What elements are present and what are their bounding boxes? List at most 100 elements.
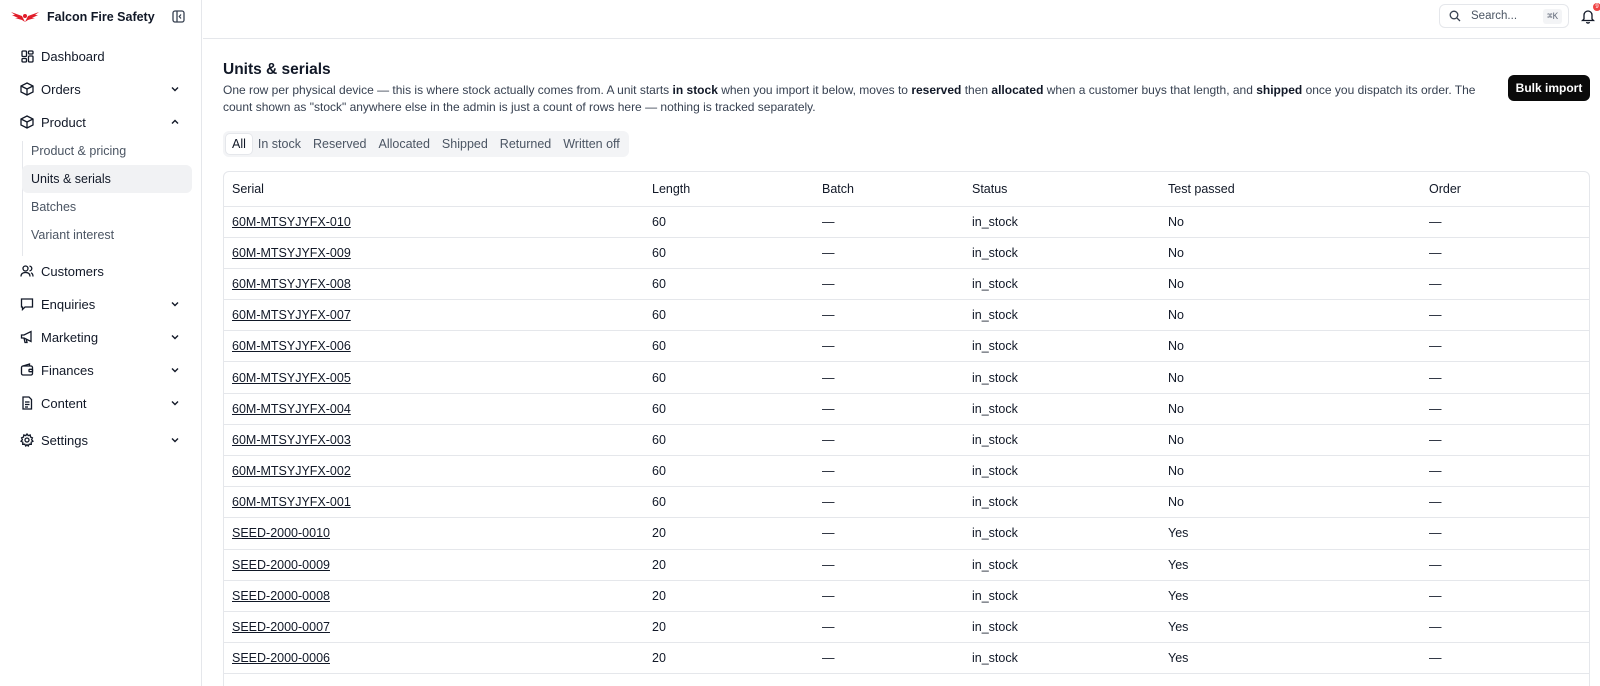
table-row[interactable]: 60M-MTSYJYFX-005 60— in_stock No — <box>224 361 1589 394</box>
search-input[interactable]: Search... ⌘K <box>1439 4 1569 28</box>
sidebar-subitem-batches[interactable]: Batches <box>22 193 192 221</box>
chevron-up-icon <box>168 115 182 129</box>
sidebar-subitem-units-serials[interactable]: Units & serials <box>22 165 192 193</box>
cell-serial: SEED-2000-0007 <box>224 611 644 644</box>
sidebar-item-settings[interactable]: Settings <box>20 429 186 451</box>
chevron-down-icon <box>168 82 182 96</box>
sidebar-subitem-product-pricing[interactable]: Product & pricing <box>22 137 192 165</box>
cell-order: — <box>1421 642 1589 675</box>
table-row[interactable]: SEED-2000-0010 20— in_stock Yes — <box>224 517 1589 550</box>
table-row[interactable]: 60M-MTSYJYFX-010 60— in_stock No — <box>224 206 1589 238</box>
table-row[interactable]: 60M-MTSYJYFX-001 60— in_stock No — <box>224 486 1589 519</box>
sidebar-item-label: Product <box>41 114 86 130</box>
tab-all[interactable]: All <box>226 134 252 154</box>
notifications-button[interactable]: 9 <box>1578 3 1600 26</box>
serial-link[interactable]: SEED-2000-0006 <box>232 651 330 665</box>
cell-length: 60 <box>644 361 814 394</box>
cell-test-passed: No <box>1160 393 1421 425</box>
serial-link[interactable]: 60M-MTSYJYFX-005 <box>232 371 351 385</box>
serial-link[interactable]: 60M-MTSYJYFX-010 <box>232 215 351 229</box>
table-row[interactable]: SEED-2000-0007 20— in_stock Yes — <box>224 611 1589 644</box>
table-row[interactable]: 60M-MTSYJYFX-009 60— in_stock No — <box>224 237 1589 269</box>
sidebar-item-finances[interactable]: Finances <box>20 359 186 381</box>
cell-length: 60 <box>644 299 814 332</box>
serial-link[interactable]: 60M-MTSYJYFX-007 <box>232 308 351 322</box>
bell-icon <box>1581 9 1595 24</box>
wallet-icon <box>20 363 34 377</box>
cell-batch: — <box>814 611 964 644</box>
table-row[interactable]: 60M-MTSYJYFX-004 60— in_stock No — <box>224 393 1589 425</box>
sidebar: Falcon Fire Safety Dashboard Orders Prod… <box>0 0 202 686</box>
cell-serial: SEED-2000-0010 <box>224 517 644 550</box>
tab-returned[interactable]: Returned <box>494 134 557 154</box>
column-header-order[interactable]: Order <box>1421 172 1589 207</box>
cell-length: 60 <box>644 268 814 301</box>
table-row[interactable]: 60M-MTSYJYFX-008 60— in_stock No — <box>224 268 1589 301</box>
serial-link[interactable]: 60M-MTSYJYFX-006 <box>232 339 351 353</box>
desc-emphasis-reserved: reserved <box>911 83 962 97</box>
tab-allocated[interactable]: Allocated <box>372 134 435 154</box>
sidebar-item-enquiries[interactable]: Enquiries <box>20 293 186 315</box>
table-row[interactable]: 60M-MTSYJYFX-003 60— in_stock No — <box>224 424 1589 457</box>
cell-length: 60 <box>644 237 814 269</box>
serial-link[interactable]: SEED-2000-0010 <box>232 526 330 540</box>
cell-length: 20 <box>644 549 814 581</box>
serial-link[interactable]: SEED-2000-0007 <box>232 620 330 634</box>
page-description: One row per physical device — this is wh… <box>223 82 1503 116</box>
bulk-import-button[interactable]: Bulk import <box>1508 75 1590 101</box>
sidebar-toggle-icon[interactable] <box>170 8 186 24</box>
cell-order: — <box>1421 299 1589 332</box>
tab-reserved[interactable]: Reserved <box>307 134 373 154</box>
tab-shipped[interactable]: Shipped <box>436 134 494 154</box>
serial-link[interactable]: 60M-MTSYJYFX-001 <box>232 495 351 509</box>
sidebar-item-orders[interactable]: Orders <box>20 78 186 100</box>
serial-link[interactable]: 60M-MTSYJYFX-008 <box>232 277 351 291</box>
cell-batch: — <box>814 517 964 550</box>
serial-link[interactable]: 60M-MTSYJYFX-003 <box>232 433 351 447</box>
tab-in-stock[interactable]: In stock <box>252 134 307 154</box>
sidebar-item-label: Customers <box>41 263 104 279</box>
sidebar-item-customers[interactable]: Customers <box>20 260 186 282</box>
chevron-down-icon <box>168 363 182 377</box>
serial-link[interactable]: SEED-2000-0008 <box>232 589 330 603</box>
brand[interactable]: Falcon Fire Safety <box>10 6 194 28</box>
table-row[interactable]: 60M-MTSYJYFX-006 60— in_stock No — <box>224 330 1589 363</box>
cell-test-passed: Yes <box>1160 580 1421 612</box>
sidebar-subitem-variant-interest[interactable]: Variant interest <box>22 221 192 249</box>
table-row[interactable]: SEED-2000-0008 20— in_stock Yes — <box>224 580 1589 612</box>
column-header-length[interactable]: Length <box>644 172 814 207</box>
cell-serial: 60M-MTSYJYFX-001 <box>224 486 644 519</box>
cell-status: in_stock <box>964 299 1160 332</box>
sidebar-item-marketing[interactable]: Marketing <box>20 326 186 348</box>
cell-length: 20 <box>644 580 814 612</box>
desc-text: when a customer buys that length, and <box>1043 83 1257 97</box>
cell-batch: — <box>814 549 964 581</box>
serial-link[interactable]: 60M-MTSYJYFX-004 <box>232 402 351 416</box>
table-row[interactable]: 60M-MTSYJYFX-002 60— in_stock No — <box>224 455 1589 488</box>
column-header-test-passed[interactable]: Test passed <box>1160 172 1421 207</box>
cell-status: in_stock <box>964 330 1160 363</box>
desc-text: then <box>961 83 992 97</box>
sidebar-item-dashboard[interactable]: Dashboard <box>20 45 186 67</box>
sidebar-item-content[interactable]: Content <box>20 392 186 414</box>
table-row[interactable]: 60M-MTSYJYFX-007 60— in_stock No — <box>224 299 1589 332</box>
users-icon <box>20 264 34 278</box>
cell-test-passed: No <box>1160 268 1421 301</box>
serial-link[interactable]: 60M-MTSYJYFX-002 <box>232 464 351 478</box>
column-header-serial[interactable]: Serial <box>224 172 644 207</box>
sidebar-item-label: Finances <box>41 362 94 378</box>
column-header-batch[interactable]: Batch <box>814 172 964 207</box>
sidebar-item-label: Marketing <box>41 329 99 345</box>
cell-order: — <box>1421 393 1589 425</box>
dashboard-icon <box>20 49 34 63</box>
serial-link[interactable]: SEED-2000-0009 <box>232 558 330 572</box>
cell-test-passed: Yes <box>1160 642 1421 675</box>
table-row[interactable]: SEED-2000-0006 20— in_stock Yes — <box>224 642 1589 675</box>
sidebar-item-product[interactable]: Product <box>20 111 186 133</box>
tab-written-off[interactable]: Written off <box>557 134 626 154</box>
table-row[interactable]: SEED-2000-0009 20— in_stock Yes — <box>224 549 1589 581</box>
serial-link[interactable]: 60M-MTSYJYFX-009 <box>232 246 351 260</box>
cell-batch: — <box>814 580 964 612</box>
column-header-status[interactable]: Status <box>964 172 1160 207</box>
cell-batch: — <box>814 393 964 425</box>
